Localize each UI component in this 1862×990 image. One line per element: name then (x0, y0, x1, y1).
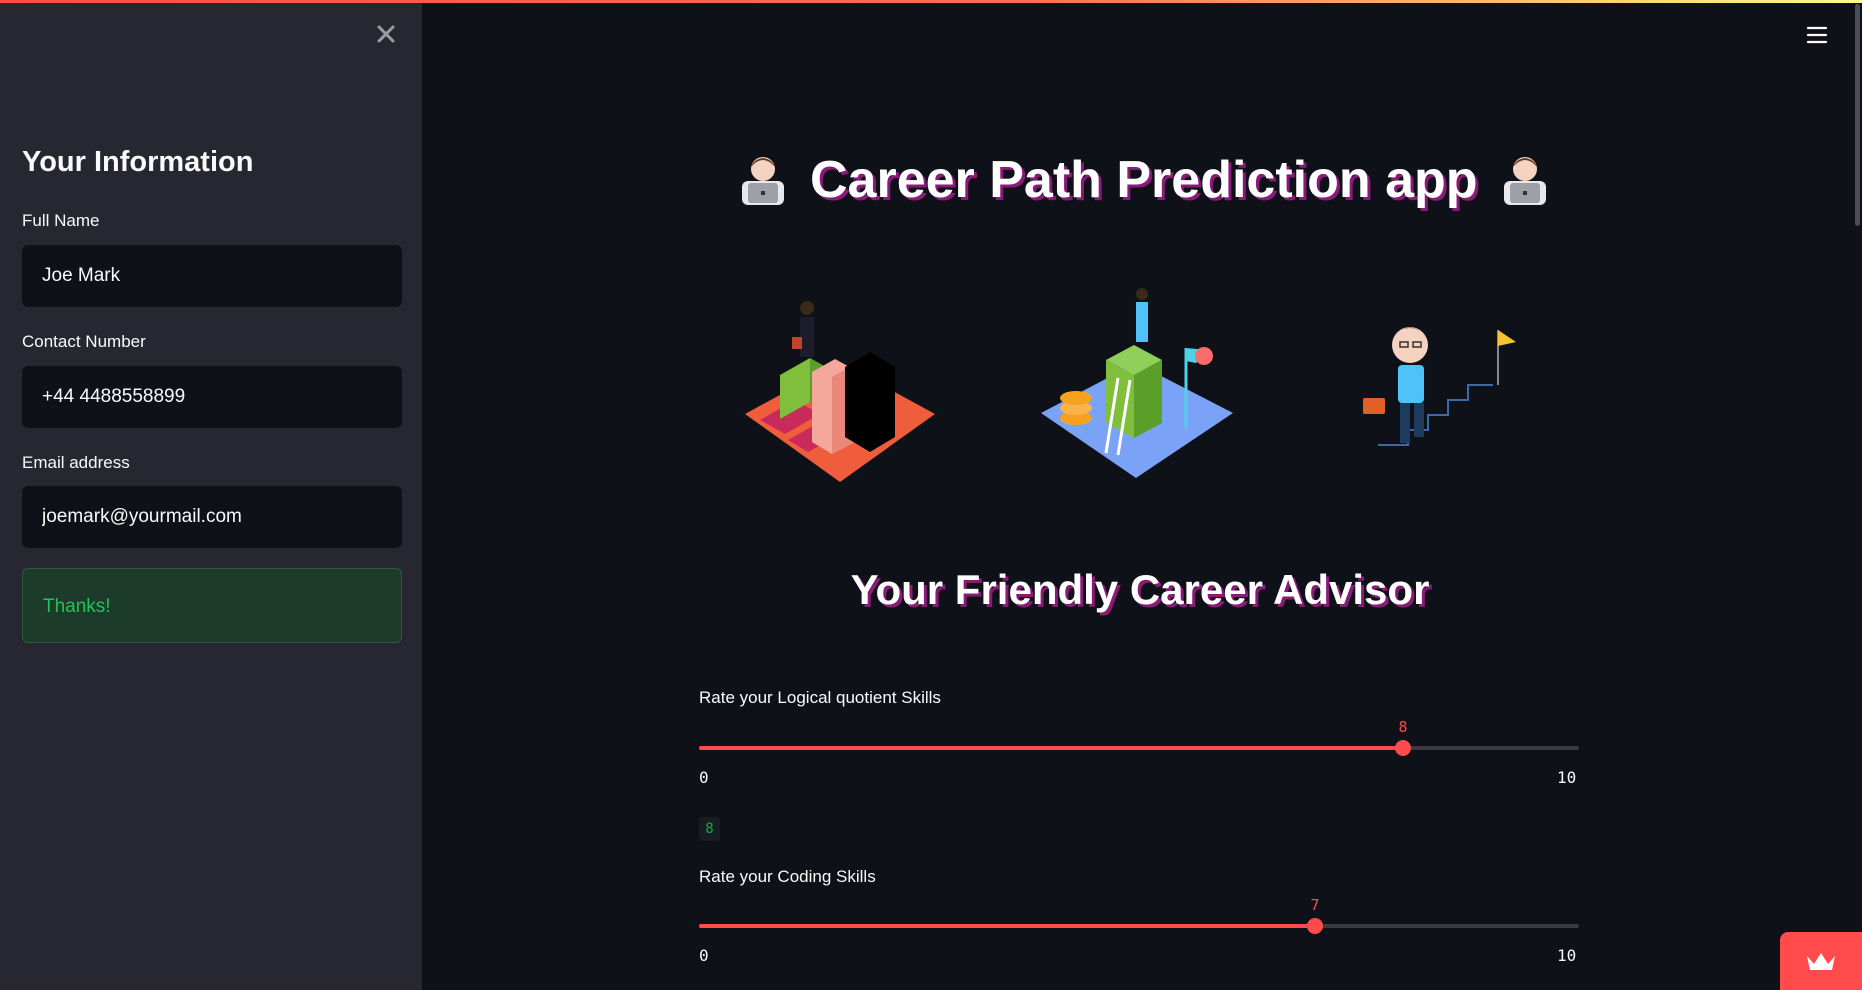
slider-thumb[interactable] (1395, 740, 1411, 756)
career-steps-illustration (1363, 327, 1516, 446)
coding-skills-slider-label: Rate your Coding Skills (699, 867, 876, 886)
email-input[interactable] (22, 486, 402, 548)
page-title: Career Path Prediction app (734, 150, 1554, 210)
sidebar: Your Information Full Name Contact Numbe… (0, 0, 422, 990)
streamlit-badge[interactable] (1780, 932, 1862, 990)
slider-thumb[interactable] (1307, 918, 1323, 934)
crown-icon (1807, 953, 1835, 970)
contact-number-label: Contact Number (22, 332, 146, 351)
slider-max-label: 10 (1557, 946, 1577, 965)
business-growth-illustration (745, 301, 935, 482)
hamburger-menu-icon (1806, 26, 1828, 44)
goal-achievement-illustration (1041, 288, 1233, 478)
slider-max-label: 10 (1557, 768, 1577, 787)
slider-fill (699, 924, 1315, 928)
full-name-label: Full Name (22, 211, 100, 230)
close-sidebar-button[interactable] (372, 20, 400, 48)
sidebar-title: Your Information (22, 146, 254, 178)
logical-quotient-slider[interactable]: 8 (699, 718, 1579, 756)
technologist-emoji-icon (1503, 157, 1546, 205)
success-alert: Thanks! (22, 568, 402, 643)
contact-number-input[interactable] (22, 366, 402, 428)
slider-current-value: 7 (1310, 896, 1320, 914)
slider-fill (699, 746, 1403, 750)
page-title-text: Career Path Prediction app (810, 151, 1478, 209)
section-subtitle: Your Friendly Career Advisor (850, 566, 1430, 613)
close-icon (377, 25, 395, 43)
full-name-input[interactable] (22, 245, 402, 307)
slider-min-label: 0 (699, 768, 709, 787)
coding-skills-slider[interactable]: 7 (699, 896, 1579, 934)
page-scrollbar[interactable] (1855, 4, 1860, 226)
slider-echo-value: 8 (699, 817, 720, 841)
logical-quotient-slider-label: Rate your Logical quotient Skills (699, 688, 941, 707)
slider-min-label: 0 (699, 946, 709, 965)
top-decoration-bar (0, 0, 1862, 3)
slider-current-value: 8 (1398, 718, 1408, 736)
email-label: Email address (22, 453, 130, 472)
technologist-emoji-icon (742, 157, 784, 205)
main-menu-button[interactable] (1804, 22, 1830, 48)
